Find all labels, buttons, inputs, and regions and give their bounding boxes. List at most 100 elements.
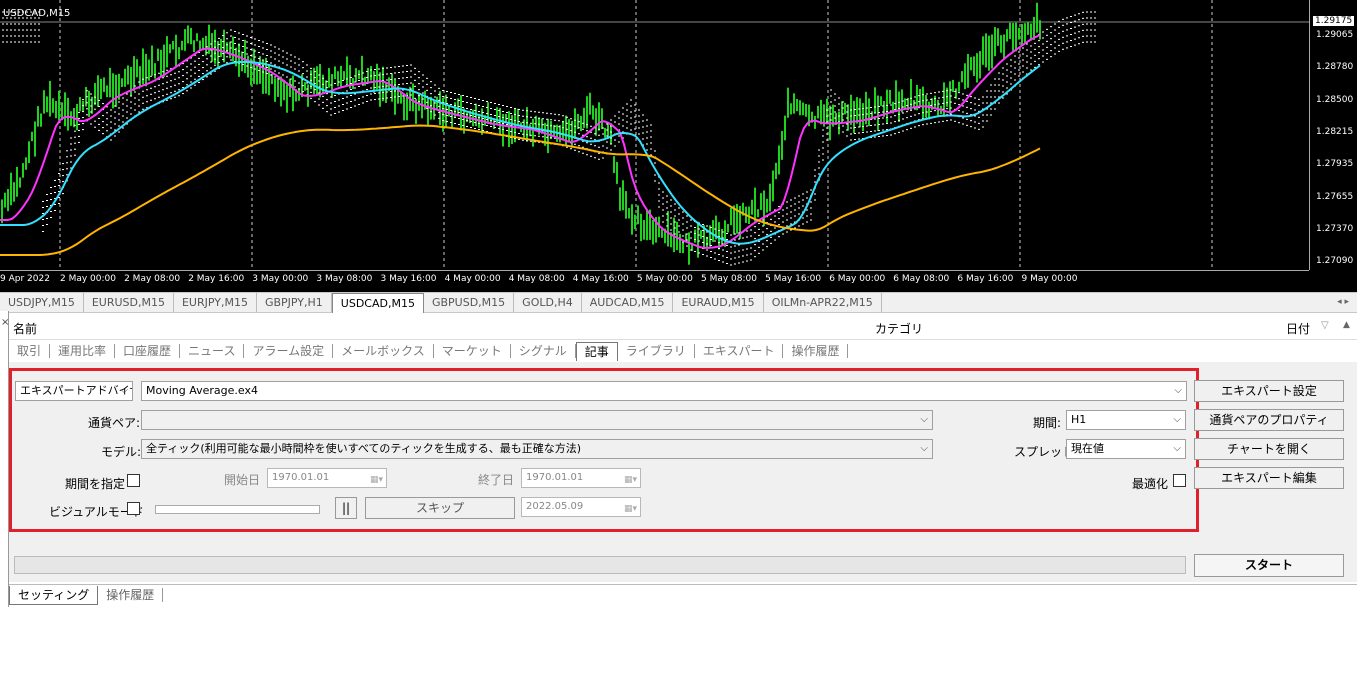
tester-type-select[interactable]: エキスパートアドバイザ ⌵ <box>15 381 133 401</box>
symbol-tab-6[interactable]: GOLD,H4 <box>514 293 582 312</box>
symbol-tab-5[interactable]: GBPUSD,M15 <box>424 293 515 312</box>
tester-tab-0[interactable]: セッティング <box>9 585 99 605</box>
time-tick-label: 9 Apr 2022 <box>0 274 50 284</box>
pause-button[interactable]: || <box>335 497 357 519</box>
time-tick-label: 5 May 00:00 <box>636 274 693 284</box>
chart-plot[interactable] <box>0 0 1309 270</box>
chevron-down-icon: ⌵ <box>920 414 928 425</box>
chart-title: USDCAD,M15 <box>3 8 71 19</box>
chevron-down-icon: ⌵ <box>920 443 928 454</box>
symbol-tab-7[interactable]: AUDCAD,M15 <box>582 293 674 312</box>
price-chart[interactable]: USDCAD,M15 1.29175 1.29065 1.28780 1.28500… <box>0 0 1357 293</box>
expert-select[interactable]: Moving Average.ex4 ⌵ <box>141 381 1187 401</box>
chevron-down-icon: ⌵ <box>1173 443 1181 454</box>
price-tick-label: 1.29065 <box>1316 30 1354 40</box>
chart-symbol-tabs: USDJPY,M15 EURUSD,M15 EURJPY,M15 GBPJPY,H1 U… <box>0 292 1357 313</box>
expert-properties-button[interactable]: エキスパート設定 <box>1194 380 1344 402</box>
terminal-tab-9[interactable]: ライブラリ <box>618 344 695 358</box>
terminal-tab-5[interactable]: メールボックス <box>333 344 434 358</box>
time-tick-label: 3 May 00:00 <box>252 274 309 284</box>
tester-tab-1[interactable]: 操作履歴 <box>98 588 164 602</box>
optimize-checkbox[interactable] <box>1173 474 1186 487</box>
scroll-up-icon[interactable]: ▲ <box>1343 320 1350 330</box>
model-select[interactable]: 全ティック(利用可能な最小時間枠を使いすべてのティックを生成する、最も正確な方法… <box>141 439 933 459</box>
price-tick-label: 1.27655 <box>1316 191 1354 202</box>
time-scale[interactable]: 9 Apr 2022 2 May 00:00 2 May 08:00 2 May 16… <box>0 270 1309 293</box>
time-tick-label: 6 May 16:00 <box>957 274 1014 284</box>
tester-tabs: セッティング 操作履歴 <box>9 584 1357 605</box>
symbol-tab-4[interactable]: USDCAD,M15 <box>331 293 424 313</box>
current-price-label: 1.29175 <box>1313 16 1355 26</box>
ma-mid-line <box>0 60 1041 245</box>
price-tick-label: 1.27935 <box>1316 159 1354 170</box>
use-date-label: 期間を指定 <box>65 477 126 491</box>
terminal-tab-7[interactable]: シグナル <box>511 344 576 358</box>
test-progress-bar <box>14 556 1186 574</box>
symbol-tab-3[interactable]: GBPJPY,H1 <box>257 293 332 312</box>
time-tick-label: 5 May 16:00 <box>765 274 822 284</box>
time-tick-label: 6 May 08:00 <box>893 274 950 284</box>
start-button[interactable]: スタート <box>1194 554 1344 577</box>
terminal-tab-2[interactable]: 口座履歴 <box>115 344 181 358</box>
from-label: 開始日 <box>224 473 261 487</box>
terminal-tab-8[interactable]: 記事 <box>575 341 618 361</box>
column-name[interactable]: 名前 <box>13 320 37 337</box>
symbol-select[interactable]: ⌵ <box>141 410 933 430</box>
sort-icon: ▽ <box>1321 320 1329 331</box>
column-category[interactable]: カテゴリ <box>875 320 923 337</box>
spread-select[interactable]: 現在値 ⌵ <box>1066 439 1186 459</box>
symbol-tab-0[interactable]: USDJPY,M15 <box>0 293 84 312</box>
symbol-tab-9[interactable]: OILMn-APR22,M15 <box>764 293 882 312</box>
from-date-field[interactable]: 1970.01.01 ▦▾ <box>267 468 387 488</box>
news-column-header: 名前 カテゴリ 日付 ▽ ▲ <box>9 317 1357 340</box>
price-tick-label: 1.27090 <box>1316 256 1354 267</box>
speed-slider[interactable] <box>155 505 320 514</box>
period-select[interactable]: H1 ⌵ <box>1066 410 1186 430</box>
price-tick-label: 1.28500 <box>1316 94 1354 105</box>
visual-mode-checkbox[interactable] <box>127 502 140 515</box>
symbol-properties-button[interactable]: 通貨ペアのプロパティ <box>1194 409 1344 431</box>
symbol-tab-8[interactable]: EURAUD,M15 <box>673 293 764 312</box>
chevron-down-icon: ⌵ <box>1173 414 1181 425</box>
terminal-tab-10[interactable]: エキスパート <box>695 344 784 358</box>
price-tick-label: 1.27370 <box>1316 223 1354 234</box>
ma-slow-line <box>0 124 1041 256</box>
time-tick-label: 4 May 16:00 <box>572 274 629 284</box>
optimize-label: 最適化 <box>1132 477 1169 491</box>
symbol-tab-1[interactable]: EURUSD,M15 <box>84 293 174 312</box>
time-tick-label: 4 May 08:00 <box>508 274 565 284</box>
terminal-tab-4[interactable]: アラーム設定 <box>244 344 334 358</box>
terminal-tab-11[interactable]: 操作履歴 <box>783 344 849 358</box>
time-tick-label: 6 May 00:00 <box>829 274 886 284</box>
time-tick-label: 5 May 08:00 <box>701 274 757 284</box>
time-tick-label: 3 May 08:00 <box>316 274 373 284</box>
use-date-checkbox[interactable] <box>127 474 140 487</box>
skip-button[interactable]: スキップ <box>365 497 515 519</box>
time-tick-label: 2 May 16:00 <box>188 274 245 284</box>
price-tick-label: 1.28215 <box>1316 126 1354 137</box>
symbol-tab-2[interactable]: EURJPY,M15 <box>174 293 257 312</box>
modify-expert-button[interactable]: エキスパート編集 <box>1194 467 1344 489</box>
terminal-tab-3[interactable]: ニュース <box>180 344 245 358</box>
time-tick-label: 2 May 00:00 <box>60 274 116 284</box>
chevron-down-icon: ⌵ <box>1174 385 1182 396</box>
column-date[interactable]: 日付 <box>1286 320 1310 337</box>
terminal-side-strip: × <box>0 311 9 607</box>
time-tick-label: 9 May 00:00 <box>1021 274 1078 284</box>
tab-scroll-arrows-icon[interactable]: ◂ ▸ <box>1337 293 1349 312</box>
to-date-field[interactable]: 1970.01.01 ▦▾ <box>521 468 641 488</box>
time-tick-label: 2 May 08:00 <box>124 274 181 284</box>
terminal-tab-6[interactable]: マーケット <box>434 344 511 358</box>
terminal-tab-1[interactable]: 運用比率 <box>50 344 116 358</box>
open-chart-button[interactable]: チャートを開く <box>1194 438 1344 460</box>
terminal-tab-0[interactable]: 取引 <box>9 344 51 358</box>
price-tick-label: 1.28780 <box>1316 62 1354 73</box>
calendar-icon: ▦▾ <box>623 475 637 485</box>
price-scale[interactable]: 1.29175 1.29065 1.28780 1.28500 1.28215 1.27… <box>1309 0 1357 270</box>
terminal-tabs: 取引 運用比率 口座履歴 ニュース アラーム設定 メールボックス マーケット シグナル 記事 ライ… <box>9 340 1357 362</box>
to-label: 終了日 <box>478 473 515 487</box>
time-tick-label: 3 May 16:00 <box>380 274 437 284</box>
period-label: 期間: <box>1033 416 1062 430</box>
skip-date-field[interactable]: 2022.05.09 ▦▾ <box>521 497 641 517</box>
chevron-down-icon: ⌵ <box>120 385 128 396</box>
